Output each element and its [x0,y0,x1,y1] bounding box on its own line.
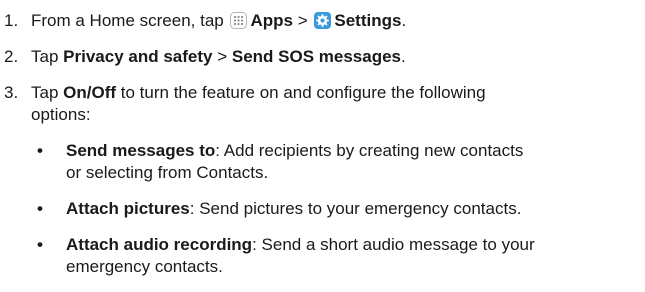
option-text: Attach audio recording: Send a short aud… [66,234,638,278]
option-title: Attach pictures [66,199,190,218]
option-text: Attach pictures: Send pictures to your e… [66,198,638,220]
settings-label: Settings [334,11,402,30]
option-description: : Send pictures to your emergency contac… [189,199,522,218]
step-2-text-before: Tap [31,47,59,66]
step-1-text-before: From a Home screen, tap [31,11,224,30]
option-description: : Send a short audio message to your [252,235,535,254]
option-description: : Add recipients by creating new contact… [215,141,524,160]
step-1-period: . [401,11,407,30]
apps-icon [230,12,248,29]
step-text: Tap Privacy and safety > Send SOS messag… [31,46,631,68]
step-text: From a Home screen, tap Apps > Settings. [31,10,631,32]
bullet-marker: • [37,141,43,160]
step-number: 1. [4,11,19,30]
step-3-text-before: Tap [31,83,59,102]
step-number: 2. [4,47,19,66]
bullet-marker: • [37,199,43,218]
step-3-line-2: options: [31,105,91,124]
path-separator: > [297,11,308,30]
option-text: Send messages to: Add recipients by crea… [66,140,638,184]
option-title: Attach audio recording [66,235,253,254]
on-off-label: On/Off [63,83,117,102]
privacy-and-safety-label: Privacy and safety [63,47,213,66]
path-separator: > [217,47,228,66]
step-text: Tap On/Off to turn the feature on and co… [31,82,631,126]
option-description-line-2: or selecting from Contacts. [66,163,269,182]
settings-icon [314,12,332,29]
step-2-period: . [401,47,406,66]
option-title: Send messages to [66,141,216,160]
step-number: 3. [4,83,19,102]
apps-label: Apps [250,11,293,30]
bullet-marker: • [37,235,43,254]
step-3-text-after: to turn the feature on and configure the… [120,83,486,102]
send-sos-messages-label: Send SOS messages [231,47,402,66]
option-description-line-2: emergency contacts. [66,257,223,276]
instructions-document: 1. From a Home screen, tap Apps > Settin… [0,0,645,292]
